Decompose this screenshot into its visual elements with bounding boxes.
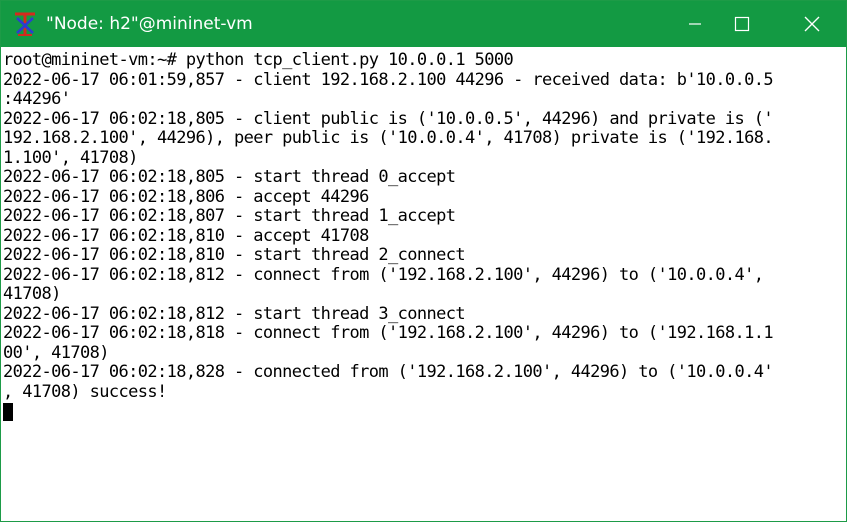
title-bar[interactable]: "Node: h2"@mininet-vm <box>1 1 846 47</box>
terminal-line: 2022-06-17 06:02:18,810 - start thread 2… <box>3 245 466 265</box>
maximize-button[interactable] <box>719 1 765 47</box>
minimize-button[interactable] <box>672 1 718 47</box>
terminal-line: 2022-06-17 06:01:59,857 - client 192.168… <box>3 69 774 90</box>
terminal-line: 41708) <box>3 284 61 304</box>
x11-terminal-icon[interactable] <box>13 11 37 37</box>
terminal-line: 2022-06-17 06:02:18,812 - connect from (… <box>3 264 764 285</box>
terminal-window: "Node: h2"@mininet-vm root@mininet-vm:~#… <box>0 0 847 522</box>
close-icon <box>804 16 820 32</box>
terminal-line: , 41708) success! <box>3 381 167 402</box>
terminal-line: 00', 41708) <box>3 342 109 363</box>
terminal-line: :44296' <box>3 89 71 109</box>
terminal-line: 192.168.2.100', 44296), peer public is (… <box>3 128 774 148</box>
terminal-line: 2022-06-17 06:02:18,806 - accept 44296 <box>3 186 369 207</box>
window-title: "Node: h2"@mininet-vm <box>46 14 253 34</box>
close-button[interactable] <box>789 1 835 47</box>
terminal-line: 2022-06-17 06:02:18,818 - connect from (… <box>3 323 774 343</box>
cursor-line <box>3 402 845 422</box>
terminal-line: 2022-06-17 06:02:18,812 - start thread 3… <box>3 303 466 324</box>
terminal-line: 2022-06-17 06:02:18,828 - connected from… <box>3 362 774 382</box>
maximize-icon <box>734 16 750 32</box>
terminal-line: 2022-06-17 06:02:18,805 - client public … <box>3 108 774 129</box>
terminal-line: 2022-06-17 06:02:18,807 - start thread 1… <box>3 206 456 226</box>
terminal-output[interactable]: root@mininet-vm:~# python tcp_client.py … <box>3 51 845 519</box>
terminal-line: 2022-06-17 06:02:18,810 - accept 41708 <box>3 225 369 246</box>
minimize-icon <box>689 23 701 25</box>
terminal-line: 2022-06-17 06:02:18,805 - start thread 0… <box>3 167 456 187</box>
terminal-line: root@mininet-vm:~# python tcp_client.py … <box>3 51 514 70</box>
text-cursor <box>3 403 13 421</box>
terminal-line: 1.100', 41708) <box>3 147 138 168</box>
